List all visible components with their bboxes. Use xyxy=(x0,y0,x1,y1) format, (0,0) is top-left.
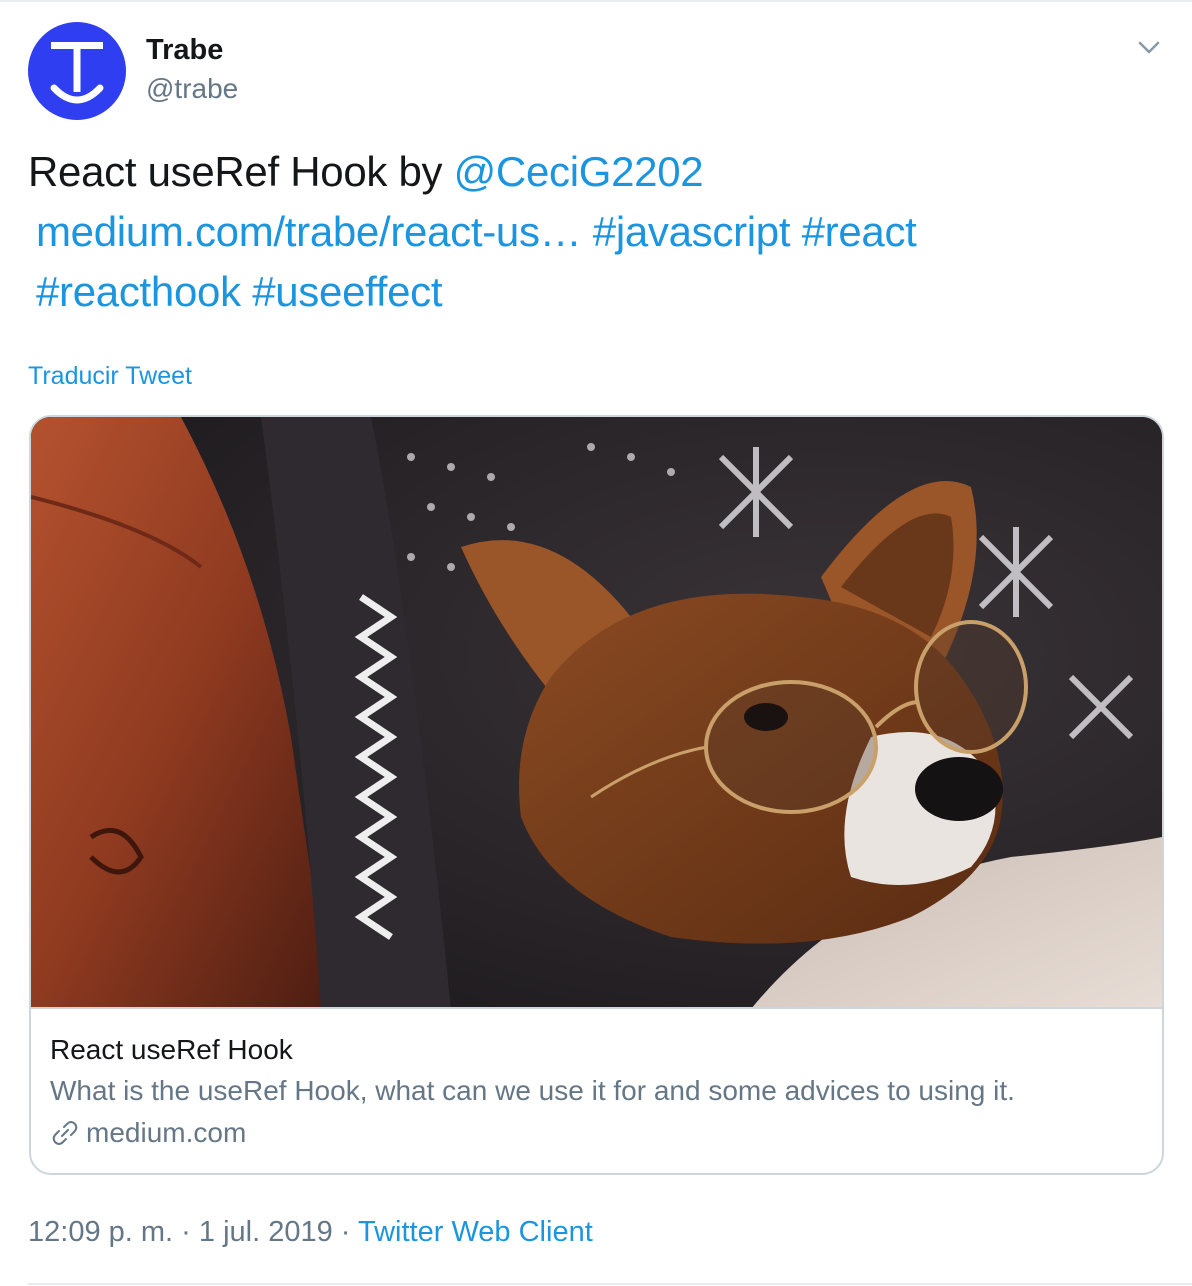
translate-tweet-link[interactable]: Traducir Tweet xyxy=(28,362,192,391)
tweet-metadata: 12:09 p. m. · 1 jul. 2019 · Twitter Web … xyxy=(28,1216,593,1249)
trabe-logo-icon xyxy=(50,42,104,104)
card-description: What is the useRef Hook, what can we use… xyxy=(50,1075,1015,1106)
tweet-text-prefix: React useRef Hook by xyxy=(28,148,454,195)
bottom-divider xyxy=(28,1283,1192,1285)
hashtag-link[interactable]: #javascript xyxy=(593,208,791,255)
avatar[interactable] xyxy=(28,22,126,120)
hashtag-link[interactable]: #react xyxy=(802,208,917,255)
meta-separator: · xyxy=(340,1216,351,1248)
mention-link[interactable]: @CeciG2202 xyxy=(454,148,704,195)
card-domain[interactable]: medium.com xyxy=(50,1117,246,1149)
card-image[interactable] xyxy=(31,417,1162,1009)
tweet-menu-button[interactable] xyxy=(1134,36,1164,60)
tweet-date[interactable]: 1 jul. 2019 xyxy=(199,1216,333,1248)
author-handle[interactable]: @trabe xyxy=(146,73,238,105)
card-domain-label: medium.com xyxy=(86,1117,247,1148)
link-icon xyxy=(52,1121,78,1145)
corgi-photo xyxy=(31,417,1162,1007)
tweet: Trabe @trabe React useRef Hook by @CeciG… xyxy=(0,0,1192,1286)
chevron-down-icon xyxy=(1138,41,1160,54)
hashtag-link[interactable]: #useeffect xyxy=(252,268,442,315)
tweet-time[interactable]: 12:09 p. m. xyxy=(28,1216,173,1248)
meta-separator: · xyxy=(181,1216,191,1248)
client-link[interactable]: Twitter Web Client xyxy=(358,1216,593,1248)
hashtag-link[interactable]: #reacthook xyxy=(36,268,241,315)
author-name[interactable]: Trabe xyxy=(146,34,223,67)
link-card[interactable]: React useRef Hook What is the useRef Hoo… xyxy=(29,415,1164,1175)
card-title[interactable]: React useRef Hook xyxy=(50,1034,293,1066)
article-link[interactable]: medium.com/trabe/react-us… xyxy=(36,208,582,255)
